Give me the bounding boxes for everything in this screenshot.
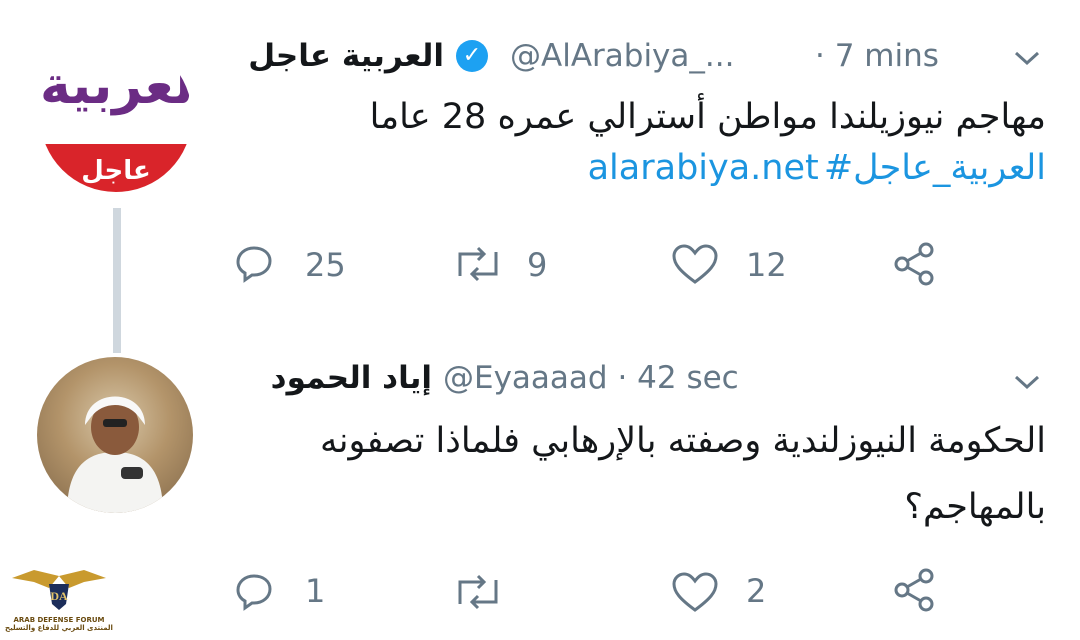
tweet2-reply-icon[interactable] — [232, 570, 276, 614]
tweet2-display-name[interactable]: إياد الحمود — [232, 360, 432, 396]
tweet1-handle[interactable]: @AlArabiya_... — [510, 38, 734, 74]
tweet2-retweet-icon[interactable] — [450, 570, 506, 614]
forum-watermark-logo: DA ARAB DEFENSE FORUM المنتدى العربي للد… — [4, 568, 114, 640]
user-avatar[interactable] — [37, 357, 193, 513]
tweet1-hashtag[interactable]: #العربية_عاجل — [824, 148, 1046, 188]
tweet1-reply-icon[interactable] — [232, 242, 276, 286]
tweet1-text: مهاجم نيوزيلندا مواطن أسترالي عمره 28 عا… — [369, 97, 1046, 137]
tweet2-handle-time[interactable]: @Eyaaaad · 42 sec — [443, 360, 739, 396]
tweet2-share-icon[interactable] — [890, 566, 938, 614]
tweet2-reply-count: 1 — [305, 572, 326, 610]
tweet1-display-name[interactable]: العربية عاجل — [232, 38, 444, 74]
tweet1-retweet-count: 9 — [527, 246, 548, 284]
watermark-line1: ARAB DEFENSE FORUM — [13, 616, 105, 624]
verified-icon: ✓ — [456, 40, 488, 72]
tweet2-text-line2: بالمهاجم؟ — [904, 487, 1046, 527]
tweet1-retweet-icon[interactable] — [450, 242, 506, 286]
alarabiya-avatar[interactable]: العربية عاجل — [40, 40, 192, 192]
tweet1-reply-count: 25 — [305, 246, 346, 284]
watermark-line2: المنتدى العربي للدفاع والتسليح — [5, 624, 113, 632]
eagle-logo-icon: DA — [12, 570, 106, 610]
tweet1-links: alarabiya.net #العربية_عاجل — [532, 148, 1046, 188]
tweet2-text-line1: الحكومة النيوزلندية وصفته بالإرهابي فلما… — [320, 421, 1046, 461]
tweet1-chevron-down-icon[interactable] — [1012, 48, 1042, 72]
tweet1-like-count: 12 — [746, 246, 787, 284]
tweet1-share-icon[interactable] — [890, 240, 938, 288]
watermark-badge: DA — [50, 589, 68, 603]
tweet2-like-count: 2 — [746, 572, 767, 610]
thread-line — [113, 208, 121, 353]
tweet1-link-url[interactable]: alarabiya.net — [588, 148, 819, 188]
tweet1-like-icon[interactable] — [670, 242, 720, 286]
tweet1-timestamp[interactable]: · 7 mins — [815, 38, 939, 74]
avatar-brand-text: العربية — [40, 56, 192, 116]
tweet2-like-icon[interactable] — [670, 570, 720, 614]
tweet2-chevron-down-icon[interactable] — [1012, 372, 1042, 396]
avatar-band-text: عاجل — [81, 156, 151, 186]
